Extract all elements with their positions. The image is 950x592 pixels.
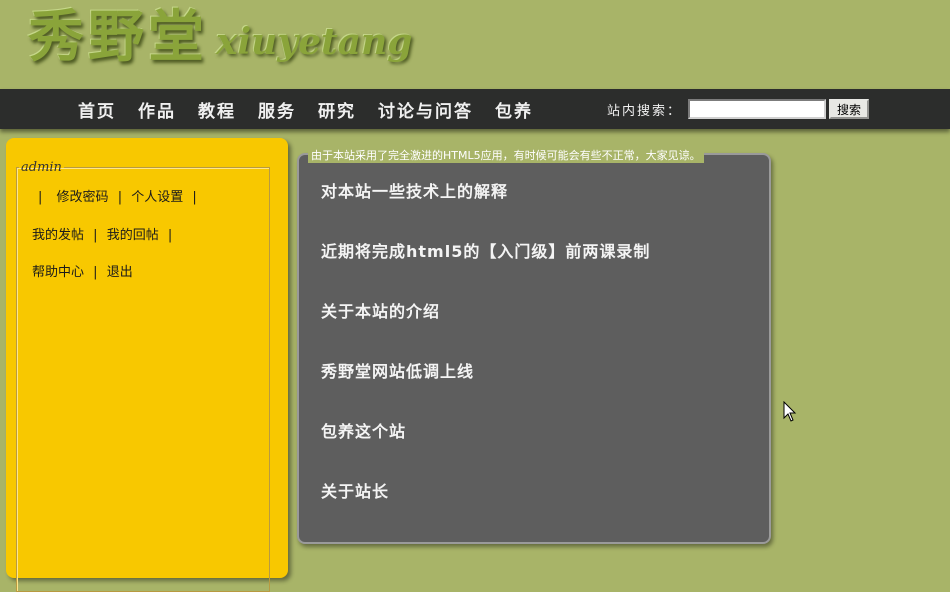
article-link[interactable]: 关于本站的介绍 [321, 298, 440, 322]
help-center-link[interactable]: 帮助中心 [32, 265, 84, 280]
change-password-link[interactable]: 修改密码 [57, 190, 109, 205]
sidebar-row-posts: 我的发帖 | 我的回帖 | [32, 224, 177, 243]
logout-link[interactable]: 退出 [107, 265, 133, 280]
username-legend: admin [21, 160, 62, 175]
separator: | [192, 190, 197, 205]
site-search: 站内搜索： 搜索 [607, 89, 870, 129]
logo-chinese-text: 秀野堂 [28, 4, 208, 70]
site-logo[interactable]: 秀野堂 xiuyetang [28, 0, 412, 70]
separator: | [117, 190, 123, 205]
article-link[interactable]: 包养这个站 [321, 418, 406, 442]
my-replies-link[interactable]: 我的回帖 [107, 228, 159, 243]
article-link[interactable]: 秀野堂网站低调上线 [321, 358, 474, 382]
site-notice: 由于本站采用了完全激进的HTML5应用，有时候可能会有些不正常，大家见谅。 [308, 147, 704, 163]
nav-item-tutorials[interactable]: 教程 [198, 97, 236, 122]
sidebar-row-account: | 修改密码 | 个人设置 | [38, 186, 202, 205]
nav-item-home[interactable]: 首页 [78, 97, 116, 122]
mouse-pointer-icon [783, 401, 797, 422]
separator: | [93, 228, 98, 243]
nav-item-sponsor[interactable]: 包养 [495, 97, 533, 122]
personal-settings-link[interactable]: 个人设置 [131, 190, 183, 205]
article-list-panel: 对本站一些技术上的解释 近期将完成html5的【入门级】前两课录制 关于本站的介… [297, 153, 771, 544]
nav-item-discussion[interactable]: 讨论与问答 [378, 97, 473, 122]
sidebar-row-help: 帮助中心 | 退出 [32, 261, 133, 280]
nav-item-research[interactable]: 研究 [318, 97, 356, 122]
top-navbar: 首页 作品 教程 服务 研究 讨论与问答 包养 站内搜索： 搜索 [0, 89, 950, 129]
separator: | [167, 228, 173, 243]
search-input[interactable] [688, 99, 827, 119]
article-link[interactable]: 对本站一些技术上的解释 [321, 178, 508, 202]
article-link[interactable]: 近期将完成html5的【入门级】前两课录制 [321, 238, 650, 262]
article-link[interactable]: 关于站长 [321, 478, 389, 502]
nav-item-works[interactable]: 作品 [138, 97, 176, 122]
search-button[interactable]: 搜索 [829, 99, 870, 119]
user-sidebar: admin | 修改密码 | 个人设置 | 我的发帖 | 我的回帖 | 帮助中心… [6, 138, 288, 592]
my-posts-link[interactable]: 我的发帖 [32, 228, 84, 243]
separator: | [38, 190, 43, 205]
logo-english-text: xiuyetang [216, 21, 413, 63]
separator: | [93, 265, 98, 280]
nav-item-services[interactable]: 服务 [258, 97, 296, 122]
search-label: 站内搜索： [607, 103, 683, 119]
nav-menu: 首页 作品 教程 服务 研究 讨论与问答 包养 [78, 89, 555, 129]
